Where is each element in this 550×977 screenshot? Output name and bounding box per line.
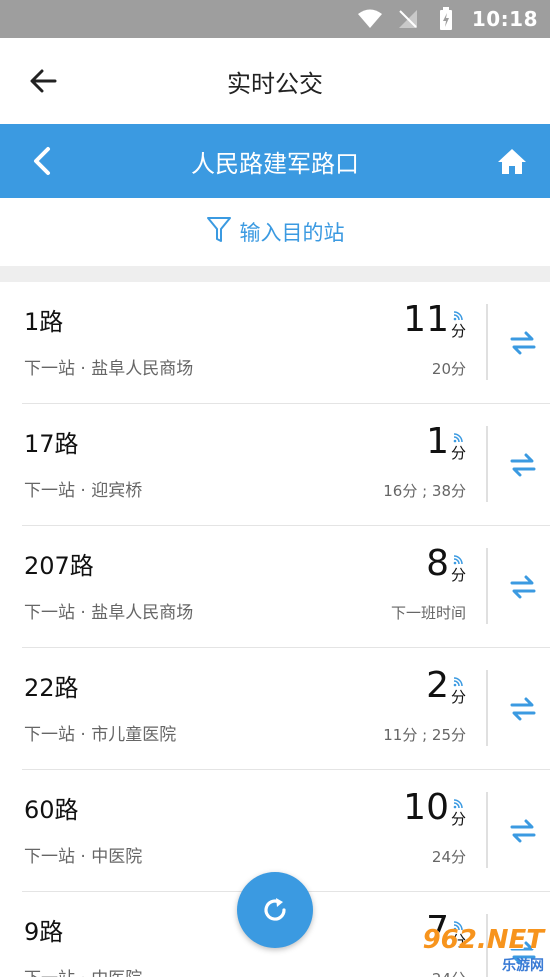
following-buses: 16分 ; 38分 <box>383 482 466 500</box>
wifi-icon <box>357 7 382 31</box>
destination-filter[interactable]: 输入目的站 <box>0 198 550 266</box>
eta-minutes: 10 <box>403 787 449 828</box>
screen: 10:18 实时公交 人民路建军路口 输入目的站 1路 下一站 · 盐阜人民商场… <box>0 0 550 977</box>
next-stop: 下一站 · 盐阜人民商场 <box>24 603 194 623</box>
live-signal-icon <box>454 921 464 931</box>
filter-icon <box>206 216 232 249</box>
following-buses: 24分 <box>432 968 466 977</box>
eta: 2 分 <box>426 665 466 707</box>
stop-header: 人民路建军路口 <box>0 124 550 198</box>
live-signal-icon <box>454 311 464 321</box>
next-stop: 下一站 · 中医院 <box>24 964 142 977</box>
eta-unit: 分 <box>450 932 466 950</box>
eta-unit: 分 <box>450 444 466 462</box>
next-stop: 下一站 · 中医院 <box>24 847 143 867</box>
eta-minutes: 11 <box>403 299 449 340</box>
eta: 1 分 <box>426 421 466 463</box>
route-row[interactable]: 22路 下一站 · 市儿童医院 2 分 11分 ; 25分 <box>22 648 550 770</box>
route-number: 9路 <box>24 918 64 946</box>
vertical-divider <box>486 548 488 624</box>
following-buses: 20分 <box>431 360 466 378</box>
page-title: 实时公交 <box>227 69 323 98</box>
next-stop: 下一站 · 市儿童医院 <box>24 725 177 745</box>
live-signal-icon <box>454 799 464 809</box>
filter-label: 输入目的站 <box>239 221 345 245</box>
vertical-divider <box>486 426 488 502</box>
eta-minutes: 1 <box>426 421 449 462</box>
eta: 11 分 <box>403 299 466 341</box>
vertical-divider <box>486 304 488 380</box>
following-buses: 24分 <box>431 848 466 866</box>
eta-minutes: 7 <box>426 909 449 950</box>
next-stop: 下一站 · 盐阜人民商场 <box>24 359 194 379</box>
route-number: 207路 <box>24 552 94 580</box>
refresh-button[interactable] <box>237 872 313 948</box>
title-bar: 实时公交 <box>0 38 550 124</box>
route-number: 1路 <box>24 308 64 336</box>
chevron-left-icon[interactable] <box>22 141 62 181</box>
eta-minutes: 8 <box>426 543 449 584</box>
next-stop: 下一站 · 迎宾桥 <box>24 481 143 501</box>
battery-charging-icon <box>434 7 458 31</box>
following-buses: 下一班时间 <box>390 604 466 622</box>
eta: 10 分 <box>403 787 466 829</box>
status-time: 10:18 <box>471 7 538 31</box>
eta-unit: 分 <box>450 566 466 584</box>
route-row[interactable]: 1路 下一站 · 盐阜人民商场 11 分 20分 <box>22 282 550 404</box>
route-number: 60路 <box>24 796 79 824</box>
eta-unit: 分 <box>450 322 466 340</box>
live-signal-icon <box>454 677 464 687</box>
section-divider <box>0 266 550 282</box>
back-arrow-icon[interactable] <box>24 62 62 100</box>
eta-unit: 分 <box>450 688 466 706</box>
eta-unit: 分 <box>450 810 466 828</box>
eta: 8 分 <box>426 543 466 585</box>
no-signal-icon <box>396 7 420 31</box>
stop-name: 人民路建军路口 <box>191 149 359 178</box>
swap-direction-icon[interactable] <box>508 816 538 846</box>
eta: 7 分 <box>426 909 466 951</box>
route-row[interactable]: 17路 下一站 · 迎宾桥 1 分 16分 ; 38分 <box>22 404 550 526</box>
swap-direction-icon[interactable] <box>508 938 538 968</box>
live-signal-icon <box>454 555 464 565</box>
swap-direction-icon[interactable] <box>508 572 538 602</box>
swap-direction-icon[interactable] <box>508 328 538 358</box>
route-number: 17路 <box>24 430 79 458</box>
home-icon[interactable] <box>492 141 532 181</box>
route-row[interactable]: 207路 下一站 · 盐阜人民商场 8 分 下一班时间 <box>22 526 550 648</box>
following-buses: 11分 ; 25分 <box>383 726 466 744</box>
vertical-divider <box>486 792 488 868</box>
eta-minutes: 2 <box>426 665 449 706</box>
status-bar: 10:18 <box>0 0 550 38</box>
vertical-divider <box>486 670 488 746</box>
swap-direction-icon[interactable] <box>508 694 538 724</box>
swap-direction-icon[interactable] <box>508 450 538 480</box>
refresh-icon <box>264 898 286 921</box>
vertical-divider <box>486 914 488 977</box>
live-signal-icon <box>454 433 464 443</box>
route-number: 22路 <box>24 674 79 702</box>
